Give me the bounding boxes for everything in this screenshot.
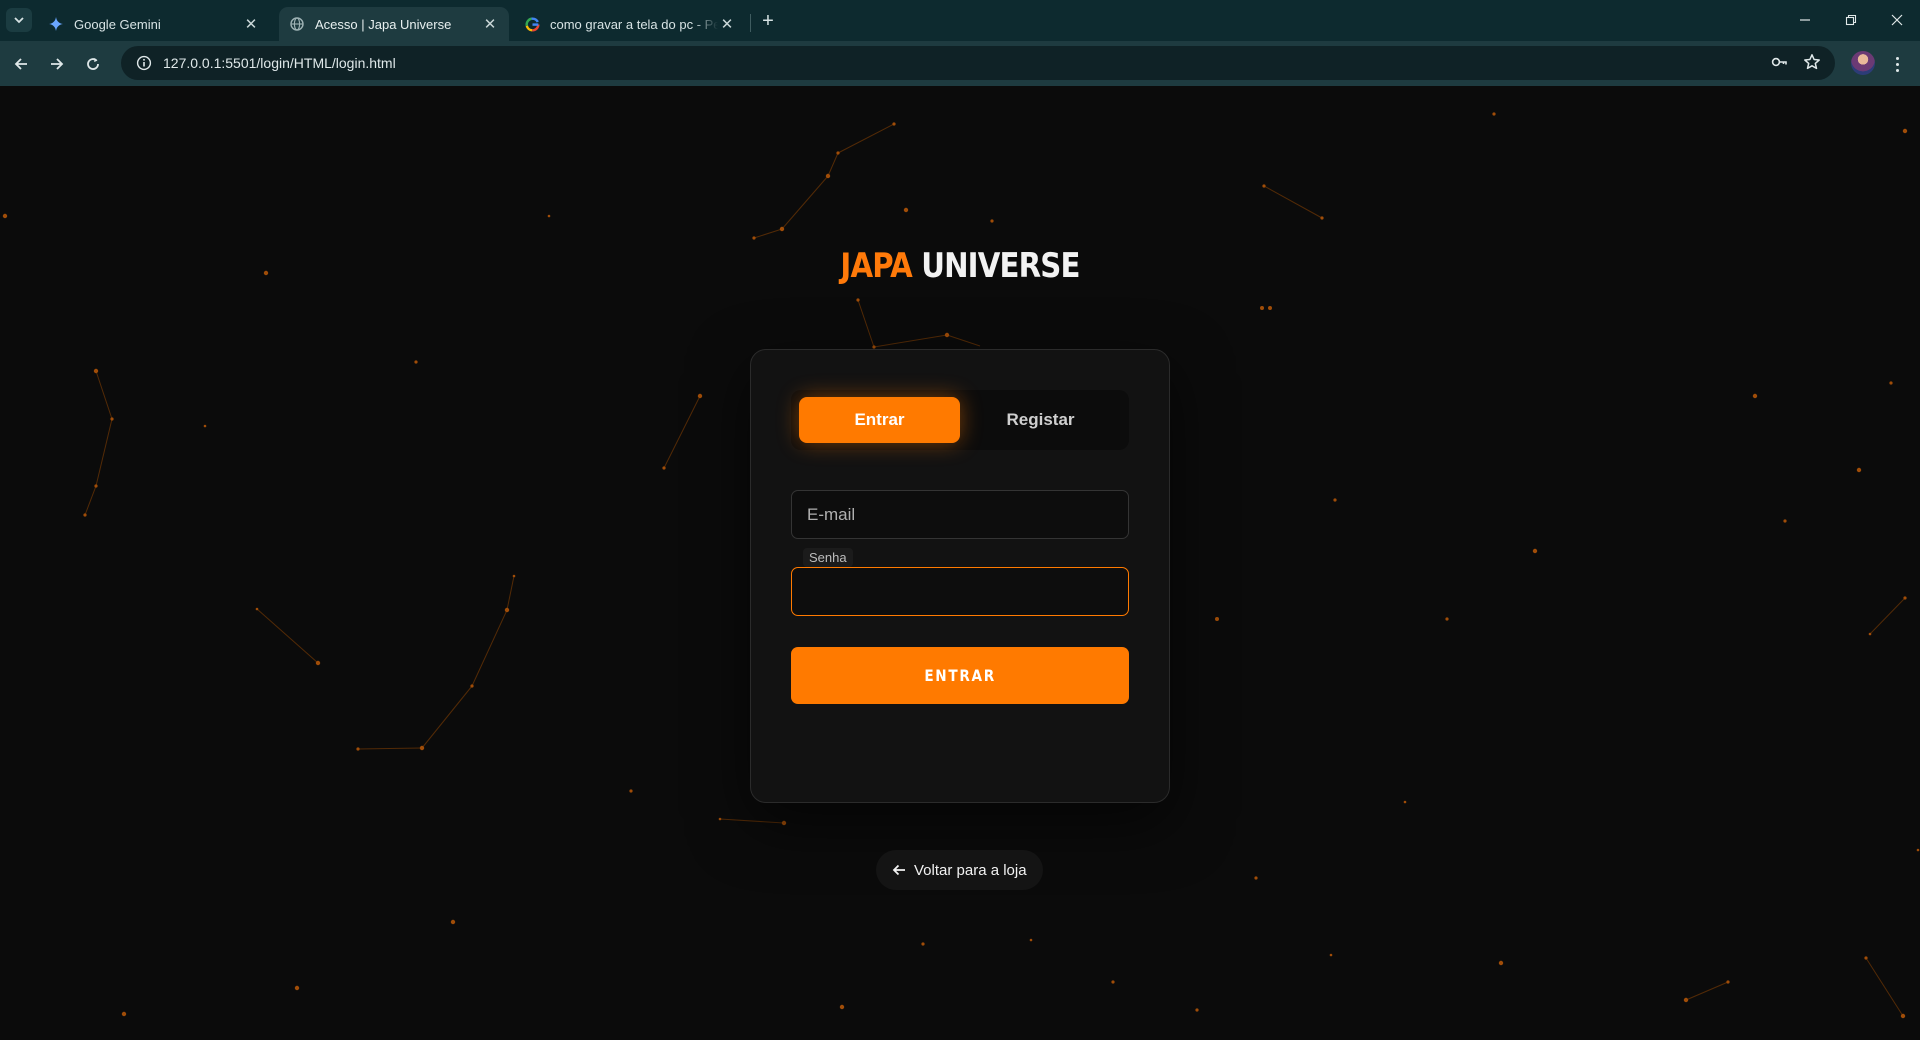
bookmark-star-icon[interactable] bbox=[1800, 50, 1824, 74]
login-submit-button[interactable]: ENTRAR bbox=[791, 647, 1129, 704]
back-button[interactable] bbox=[8, 51, 34, 77]
tab-register[interactable]: Registar bbox=[960, 397, 1121, 443]
tab-title: Google Gemini bbox=[74, 16, 161, 32]
back-to-store-link[interactable]: Voltar para a loja bbox=[876, 850, 1043, 890]
arrow-left-icon bbox=[14, 58, 27, 70]
password-key-icon[interactable] bbox=[1767, 50, 1791, 74]
browser-menu-button[interactable] bbox=[1886, 51, 1908, 77]
back-to-store-label: Voltar para a loja bbox=[914, 861, 1027, 879]
login-page: JAPA UNIVERSE Entrar Registar Senha ENTR… bbox=[0, 86, 1920, 1040]
arrow-right-icon bbox=[51, 58, 64, 70]
minimize-icon bbox=[1800, 19, 1810, 21]
reload-icon bbox=[87, 58, 99, 70]
login-submit-label: ENTRAR bbox=[924, 666, 996, 685]
address-bar[interactable]: 127.0.0.1:5501/login/HTML/login.html bbox=[121, 46, 1835, 80]
brand-logo: JAPA UNIVERSE bbox=[134, 246, 1785, 286]
minimize-button[interactable] bbox=[1782, 6, 1828, 34]
forward-button[interactable] bbox=[44, 51, 70, 77]
globe-icon bbox=[289, 16, 305, 32]
close-icon bbox=[1891, 14, 1903, 26]
auth-card: Entrar Registar Senha ENTRAR bbox=[750, 349, 1170, 803]
auth-mode-switcher: Entrar Registar bbox=[791, 390, 1129, 450]
gemini-icon bbox=[48, 16, 64, 32]
tab-acesso-japa-universe[interactable]: Acesso | Japa Universe ✕ bbox=[279, 7, 509, 41]
new-tab-button[interactable]: + bbox=[757, 10, 779, 32]
password-field[interactable] bbox=[791, 567, 1129, 616]
chevron-down-icon bbox=[14, 17, 24, 24]
close-icon[interactable]: ✕ bbox=[718, 15, 736, 33]
close-icon[interactable]: ✕ bbox=[481, 15, 499, 33]
tab-login[interactable]: Entrar bbox=[799, 397, 960, 443]
browser-toolbar: 127.0.0.1:5501/login/HTML/login.html bbox=[0, 41, 1920, 86]
tab-google-search[interactable]: como gravar a tela do pc - Pesq ✕ bbox=[514, 7, 746, 41]
close-icon[interactable]: ✕ bbox=[242, 15, 260, 33]
tab-title: Acesso | Japa Universe bbox=[315, 16, 452, 32]
restore-button[interactable] bbox=[1828, 6, 1874, 34]
url-text: 127.0.0.1:5501/login/HTML/login.html bbox=[163, 55, 396, 71]
restore-icon bbox=[1845, 14, 1857, 26]
browser-tab-strip: Google Gemini ✕ Acesso | Japa Universe ✕… bbox=[0, 0, 1920, 41]
tab-title: como gravar a tela do pc - Pesq bbox=[550, 16, 718, 32]
arrow-left-icon bbox=[892, 863, 906, 877]
tab-separator bbox=[750, 14, 751, 32]
close-window-button[interactable] bbox=[1874, 6, 1920, 34]
tab-search-button[interactable] bbox=[6, 8, 32, 32]
brand-logo-part1: JAPA bbox=[840, 246, 912, 286]
email-field[interactable] bbox=[791, 490, 1129, 539]
reload-button[interactable] bbox=[80, 51, 106, 77]
tab-google-gemini[interactable]: Google Gemini ✕ bbox=[38, 7, 270, 41]
password-tooltip: Senha bbox=[803, 548, 853, 567]
google-icon bbox=[524, 16, 540, 32]
brand-logo-part2: UNIVERSE bbox=[921, 246, 1080, 286]
profile-avatar[interactable] bbox=[1851, 51, 1875, 75]
site-info-icon[interactable] bbox=[127, 46, 161, 80]
